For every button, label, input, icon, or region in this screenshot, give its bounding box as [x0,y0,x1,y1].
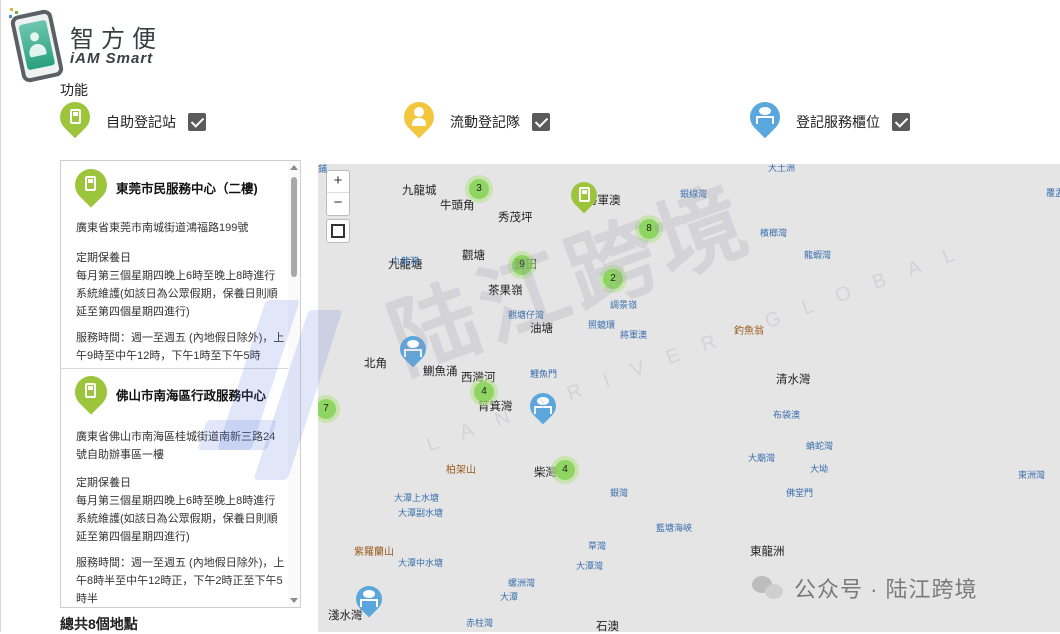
water-label: 草灣 [588,541,607,551]
fullscreen-icon[interactable] [326,219,350,243]
zoom-control: + − [326,170,350,216]
map-cluster[interactable]: 4 [551,456,579,484]
water-label: 大潭中水塘 [398,558,444,568]
water-label: 將軍澳 [620,330,648,340]
service-counter-marker-icon[interactable] [350,580,388,624]
left-border [0,0,1,632]
phone-icon [9,8,65,84]
cluster-count: 4 [555,460,575,480]
zoom-in-button[interactable]: + [327,171,349,193]
place-label: 北角 [364,358,387,370]
cluster-count: 3 [469,179,489,199]
place-label: 東龍洲 [750,546,785,558]
mountain-label: 柏架山 [446,465,476,476]
kiosk-icon [53,95,97,142]
water-label: 藍塘海峽 [656,523,693,533]
water-label: 布袋澳 [773,410,801,420]
filter-kiosk-checkbox[interactable] [188,113,206,131]
water-label: 大廟灣 [748,453,776,463]
wechat-icon [752,574,786,602]
water-label: 東洲灣 [1018,470,1046,480]
water-label: 龍蝦灣 [804,250,832,260]
zoom-out-button[interactable]: − [327,193,349,214]
scroll-thumb[interactable] [291,177,297,277]
wechat-watermark: 公众号 · 陆江跨境 [752,572,978,604]
filter-mobile-team[interactable]: 流動登記隊 [397,95,550,142]
water-label: 赤柱灣 [466,618,494,628]
water-label: 大潭 [500,592,519,602]
water-label: 大潭上水塘 [394,493,440,503]
water-label: 大坳 [810,464,829,474]
water-label: 蚺蛇灣 [806,441,834,451]
functions-label: 功能 [60,82,88,98]
place-label: 石澳 [596,621,619,632]
place-label: 清水灣 [776,374,811,386]
cluster-count: 4 [474,382,494,402]
filter-mobile-team-label: 流動登記隊 [450,114,520,130]
wechat-account-text: 公众号 · 陆江跨境 [794,577,978,602]
filter-service-counter-label: 登記服務櫃位 [796,114,880,130]
scroll-up-arrow-icon[interactable] [290,165,298,170]
filter-mobile-team-checkbox[interactable] [532,113,550,131]
water-label: 鯉魚門 [530,369,558,379]
water-label: 佛堂門 [786,488,814,498]
filter-kiosk-label: 自助登記站 [106,114,176,130]
water-label: 大土洲 [768,164,796,173]
filter-service-counter-checkbox[interactable] [892,113,910,131]
scroll-down-arrow-icon[interactable] [290,598,298,603]
total-locations: 總共8個地點 [60,616,138,632]
water-label: 檳榔灣 [760,228,788,238]
mountain-label: 紫羅蘭山 [354,547,394,558]
filter-kiosk[interactable]: 自助登記站 [53,95,206,142]
water-label: 螺洲灣 [508,578,536,588]
map-cluster[interactable]: 4 [470,378,498,406]
location-address: 廣東省東莞市南城街道鴻福路199號 [76,222,249,234]
map-cluster[interactable]: 3 [465,175,493,203]
service-counter-icon [743,95,787,142]
mobile-team-icon [397,95,441,142]
logo-subtitle: iAM Smart [70,50,154,67]
place-label: 九龍城 [402,185,437,197]
water-label: 銀灣 [610,488,629,498]
location-hours: 服務時間：週一至週五 (內地假日除外)，上午8時半至中午12時正，下午2時正至下… [76,557,285,605]
water-label: 大潭副水塘 [398,508,444,518]
water-label: 大潭灣 [576,561,604,571]
location-name: 東莞市民服務中心（二樓) [116,182,258,196]
kiosk-icon [68,162,114,211]
logo-title: 智方便 [70,26,163,53]
iam-smart-logo: 智方便 iAM Smart [8,6,168,84]
water-label: 覆盂灣 [1046,188,1060,198]
kiosk-icon [68,369,114,418]
filter-service-counter[interactable]: 登記服務櫃位 [743,95,910,142]
